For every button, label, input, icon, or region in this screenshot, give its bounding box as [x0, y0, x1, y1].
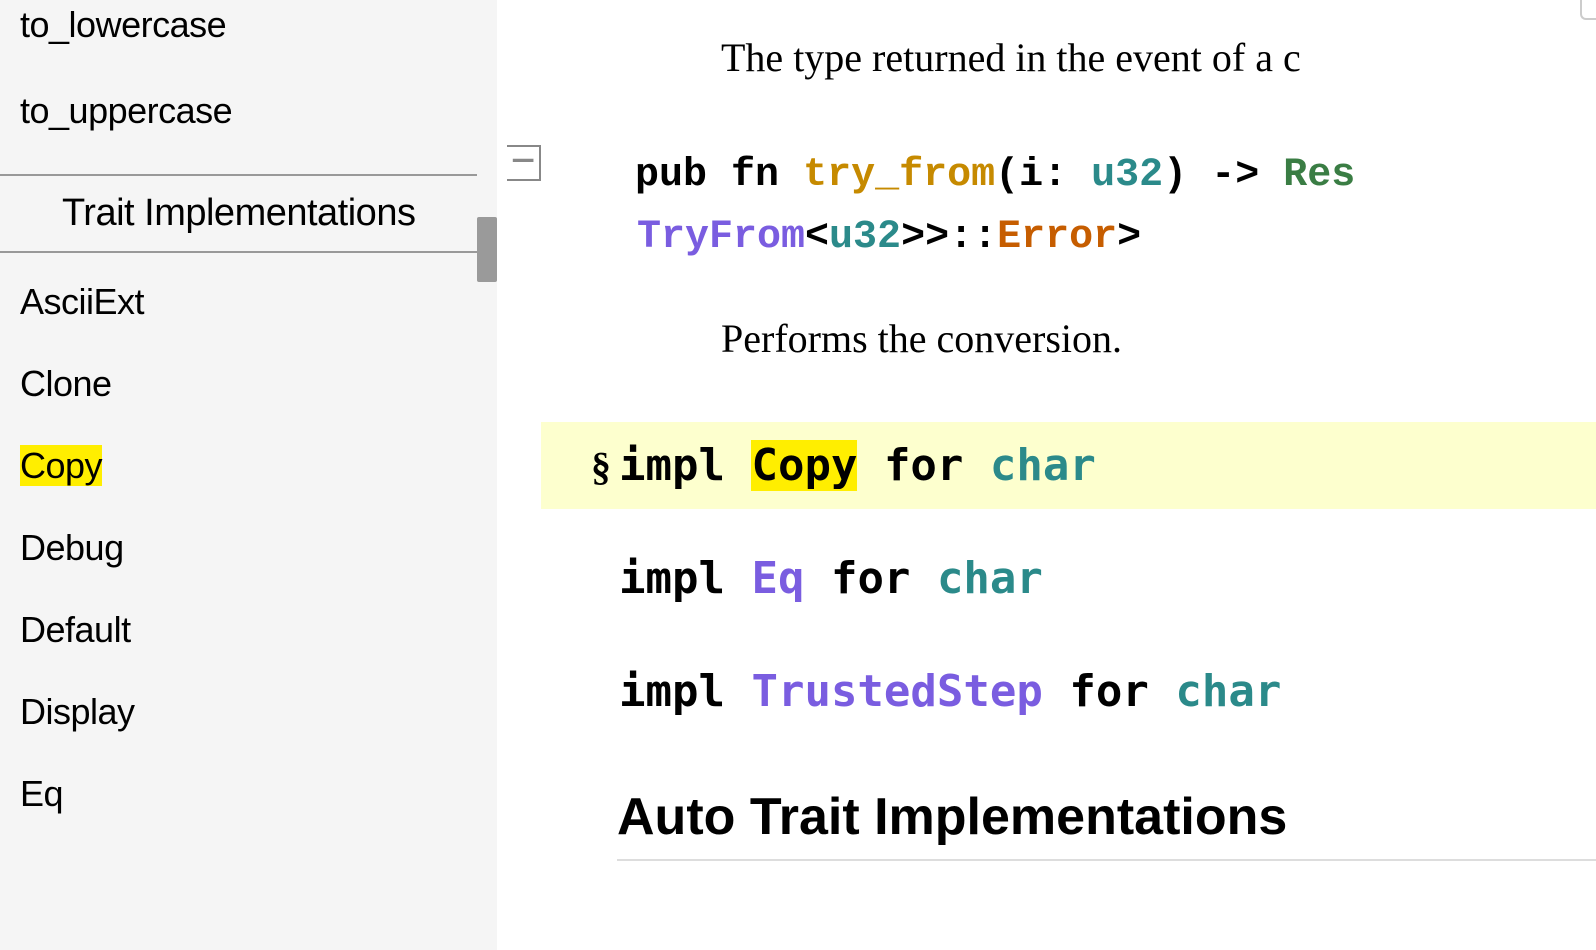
sidebar-trait-display[interactable]: Display: [0, 687, 477, 737]
sidebar-scrollbar-track[interactable]: [477, 0, 497, 950]
trait-tryfrom[interactable]: TryFrom: [637, 215, 805, 260]
impl-copy-for-char[interactable]: §impl Copy for char: [541, 422, 1596, 509]
type-char[interactable]: char: [990, 440, 1096, 491]
sidebar-trait-copy[interactable]: Copy: [0, 441, 477, 491]
keyword-pub: pub: [635, 153, 707, 198]
type-u32[interactable]: u32: [1091, 153, 1163, 198]
sidebar-trait-default[interactable]: Default: [0, 605, 477, 655]
main-content: The type returned in the event of a c − …: [507, 0, 1596, 950]
trait-copy[interactable]: Copy: [751, 440, 857, 491]
sidebar: to_lowercase to_uppercase Trait Implemen…: [0, 0, 477, 950]
app-root: to_lowercase to_uppercase Trait Implemen…: [0, 0, 1596, 950]
type-result[interactable]: Res: [1283, 153, 1355, 198]
assoc-type-error[interactable]: Error: [997, 215, 1117, 260]
type-error-description: The type returned in the event of a c: [721, 34, 1596, 81]
corner-widget[interactable]: [1580, 0, 1596, 20]
type-u32-2[interactable]: u32: [829, 215, 901, 260]
section-link-icon[interactable]: §: [591, 443, 619, 490]
auto-trait-implementations-heading[interactable]: Auto Trait Implementations: [617, 787, 1596, 861]
trait-trustedstep[interactable]: TrustedStep: [751, 666, 1042, 717]
sidebar-trait-asciiext[interactable]: AsciiExt: [0, 277, 477, 327]
sidebar-traits-group: AsciiExt Clone Copy Debug Default Displa…: [0, 277, 477, 819]
sidebar-section-trait-implementations[interactable]: Trait Implementations: [0, 174, 477, 253]
impl-eq-for-char[interactable]: impl Eq for char: [591, 535, 1596, 622]
sidebar-method-to-lowercase[interactable]: to_lowercase: [0, 0, 477, 50]
divider-gap: [497, 0, 507, 950]
collapse-toggle-icon[interactable]: −: [507, 145, 541, 181]
sidebar-trait-clone[interactable]: Clone: [0, 359, 477, 409]
method-description: Performs the conversion.: [721, 315, 1596, 362]
sidebar-trait-debug[interactable]: Debug: [0, 523, 477, 573]
type-char-2[interactable]: char: [937, 553, 1043, 604]
impl-trustedstep-for-char[interactable]: impl TrustedStep for char: [591, 648, 1596, 735]
method-signature-try-from: − pub fn try_from(i: u32) -> Res TryFrom…: [591, 145, 1596, 269]
sidebar-trait-eq[interactable]: Eq: [0, 769, 477, 819]
type-char-3[interactable]: char: [1175, 666, 1281, 717]
keyword-fn: fn: [731, 153, 779, 198]
sidebar-method-to-uppercase[interactable]: to_uppercase: [0, 86, 477, 136]
fn-name-try-from[interactable]: try_from: [803, 153, 995, 198]
sidebar-scrollbar-thumb[interactable]: [477, 217, 497, 282]
sidebar-methods-group: to_lowercase to_uppercase: [0, 0, 477, 166]
trait-eq[interactable]: Eq: [751, 553, 804, 604]
